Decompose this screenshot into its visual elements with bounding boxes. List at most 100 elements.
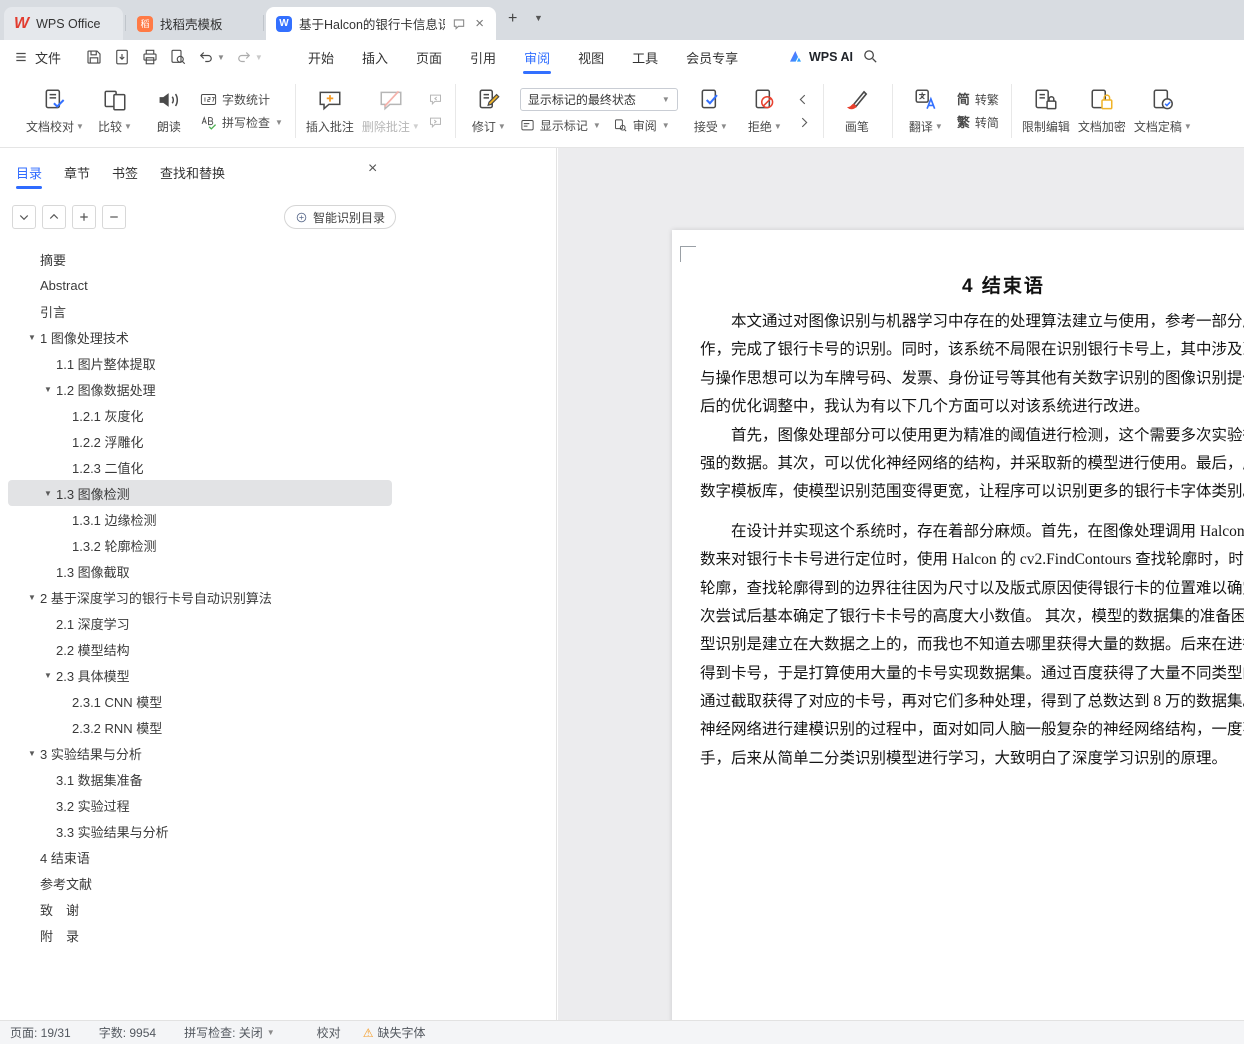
undo-button[interactable]: ▼ (194, 44, 228, 70)
undo-dropdown-icon[interactable]: ▼ (217, 53, 225, 62)
word-count-indicator[interactable]: 字数: 9954 (99, 1024, 156, 1041)
toc-item[interactable]: ▼ 1.2 图像数据处理 (8, 376, 392, 402)
print-button[interactable] (138, 44, 162, 70)
toc-item[interactable]: 2.2 模型结构 (8, 636, 392, 662)
read-aloud-button[interactable]: 朗读 (146, 79, 192, 143)
toc-item[interactable]: ▼ 1 图像处理技术 (8, 324, 392, 350)
menu-item-start[interactable]: 开始 (294, 40, 348, 74)
toc-zoom-out-button[interactable] (102, 205, 126, 229)
delete-comment-button[interactable]: 删除批注 ▼ (362, 79, 420, 143)
markup-state-select[interactable]: 显示标记的最终状态 ▼ (519, 87, 678, 111)
collapse-triangle-icon[interactable]: ▼ (40, 489, 56, 498)
traditional-to-simplified-button[interactable]: 繁 转简 (957, 114, 999, 131)
missing-font-warning[interactable]: ⚠ 缺失字体 (363, 1024, 426, 1041)
menu-item-member[interactable]: 会员专享 (672, 40, 752, 74)
page-indicator[interactable]: 页面: 19/31 (10, 1024, 71, 1041)
tab-document-active[interactable]: W 基于Halcon的银行卡信息识别 × (266, 7, 496, 40)
proofread-indicator[interactable]: 校对 (317, 1024, 341, 1041)
sidebar-tab-contents[interactable]: 目录 (16, 148, 43, 196)
toc-item[interactable]: ▼ 3 实验结果与分析 (8, 740, 392, 766)
previous-change-button[interactable] (796, 92, 811, 107)
tab-comment-icon[interactable] (452, 17, 466, 31)
toc-item[interactable]: 4 结束语 (8, 844, 392, 870)
next-comment-button[interactable] (428, 115, 443, 130)
compare-button[interactable]: 比较 ▼ (92, 79, 138, 143)
toc-item[interactable]: 2.1 深度学习 (8, 610, 392, 636)
toc-item[interactable]: 摘要 (8, 246, 392, 272)
print-preview-button[interactable] (166, 44, 190, 70)
collapse-triangle-icon[interactable]: ▼ (40, 385, 56, 394)
toc-item[interactable]: 1.3 图像截取 (8, 558, 392, 584)
menu-item-view[interactable]: 视图 (564, 40, 618, 74)
track-changes-button[interactable]: 修订 ▼ (466, 79, 512, 143)
sidebar-close-icon[interactable]: × (368, 160, 377, 178)
toc-item[interactable]: 1.2.2 浮雕化 (8, 428, 392, 454)
toc-item[interactable]: 2.3.2 RNN 模型 (8, 714, 392, 740)
toc-item[interactable]: 参考文献 (8, 870, 392, 896)
review-pane-button[interactable]: 审阅 ▼ (613, 117, 670, 134)
document-page[interactable]: 4 结束语 本文通过对图像识别与机器学习中存在的处理算法建立与使用，参考一部分成… (672, 230, 1244, 1020)
toc-item[interactable]: 1.2.1 灰度化 (8, 402, 392, 428)
previous-comment-button[interactable] (428, 92, 443, 107)
menu-item-tools[interactable]: 工具 (618, 40, 672, 74)
finalize-doc-button[interactable]: 文档定稿 ▼ (1134, 79, 1192, 143)
redo-button[interactable]: ▼ (232, 44, 266, 70)
reject-button[interactable]: 拒绝 ▼ (742, 79, 788, 143)
sidebar-tab-bookmarks[interactable]: 书签 (112, 148, 138, 196)
toc-item[interactable]: 2.3.1 CNN 模型 (8, 688, 392, 714)
toc-item[interactable]: 附 录 (8, 922, 392, 948)
toc-expand-all-button[interactable] (12, 205, 36, 229)
toc-item[interactable]: 3.1 数据集准备 (8, 766, 392, 792)
sidebar-tab-find-replace[interactable]: 查找和替换 (160, 148, 225, 196)
wps-ai-button[interactable]: WPS AI (788, 40, 853, 74)
toc-item[interactable]: 1.3.1 边缘检测 (8, 506, 392, 532)
menu-item-reference[interactable]: 引用 (456, 40, 510, 74)
sidebar-tab-chapters[interactable]: 章节 (64, 148, 90, 196)
tab-close-icon[interactable]: × (473, 16, 486, 31)
menu-item-insert[interactable]: 插入 (348, 40, 402, 74)
toc-zoom-in-button[interactable] (72, 205, 96, 229)
export-pdf-button[interactable] (110, 44, 134, 70)
spell-check-button[interactable]: 拼写检查 ▼ (200, 114, 283, 131)
collapse-triangle-icon[interactable]: ▼ (24, 333, 40, 342)
toc-item[interactable]: 3.2 实验过程 (8, 792, 392, 818)
save-button[interactable] (82, 44, 106, 70)
restrict-edit-button[interactable]: 限制编辑 (1022, 79, 1070, 143)
insert-comment-button[interactable]: 插入批注 (306, 79, 354, 143)
tab-list-chevron-icon[interactable]: ▼ (534, 13, 543, 23)
collapse-triangle-icon[interactable]: ▼ (24, 593, 40, 602)
simplified-to-traditional-button[interactable]: 简 转繁 (957, 91, 999, 108)
toc-item[interactable]: 1.1 图片整体提取 (8, 350, 392, 376)
brush-button[interactable]: 画笔 (834, 79, 880, 143)
toc-item[interactable]: Abstract (8, 272, 392, 298)
tab-docer-template[interactable]: 稻 找稻壳模板 (127, 7, 260, 40)
toc-item[interactable]: ▼ 2 基于深度学习的银行卡号自动识别算法 (8, 584, 392, 610)
collapse-triangle-icon[interactable]: ▼ (24, 749, 40, 758)
toc-item[interactable]: ▼ 2.3 具体模型 (8, 662, 392, 688)
word-count-button[interactable]: 字数统计 (200, 91, 283, 108)
toc-item[interactable]: 3.3 实验结果与分析 (8, 818, 392, 844)
translate-button[interactable]: 翻译 ▼ (903, 79, 949, 143)
spellcheck-indicator[interactable]: 拼写检查: 关闭 ▼ (184, 1024, 275, 1041)
new-tab-button[interactable]: + (508, 10, 517, 28)
toc-item[interactable]: 致 谢 (8, 896, 392, 922)
menu-item-review[interactable]: 审阅 (510, 40, 564, 74)
smart-toc-button[interactable]: 智能识别目录 (284, 205, 397, 229)
next-change-button[interactable] (796, 115, 811, 130)
tab-wps-home[interactable]: W WPS Office (4, 7, 123, 40)
document-canvas[interactable]: 4 结束语 本文通过对图像识别与机器学习中存在的处理算法建立与使用，参考一部分成… (558, 148, 1244, 1020)
search-button[interactable] (862, 48, 879, 65)
toc-item[interactable]: 1.2.3 二值化 (8, 454, 392, 480)
encrypt-doc-button[interactable]: 文档加密 (1078, 79, 1126, 143)
doc-proof-button[interactable]: 文档校对 ▼ (26, 79, 84, 143)
accept-button[interactable]: 接受 ▼ (688, 79, 734, 143)
show-markup-button[interactable]: 显示标记 ▼ (520, 117, 601, 134)
collapse-triangle-icon[interactable]: ▼ (40, 671, 56, 680)
toc-item-selected[interactable]: ▼ 1.3 图像检测 (8, 480, 392, 506)
redo-dropdown-icon[interactable]: ▼ (255, 53, 263, 62)
toc-item[interactable]: 引言 (8, 298, 392, 324)
file-menu-button[interactable]: 文件 (14, 40, 61, 74)
toc-collapse-all-button[interactable] (42, 205, 66, 229)
toc-item[interactable]: 1.3.2 轮廓检测 (8, 532, 392, 558)
menu-item-page[interactable]: 页面 (402, 40, 456, 74)
